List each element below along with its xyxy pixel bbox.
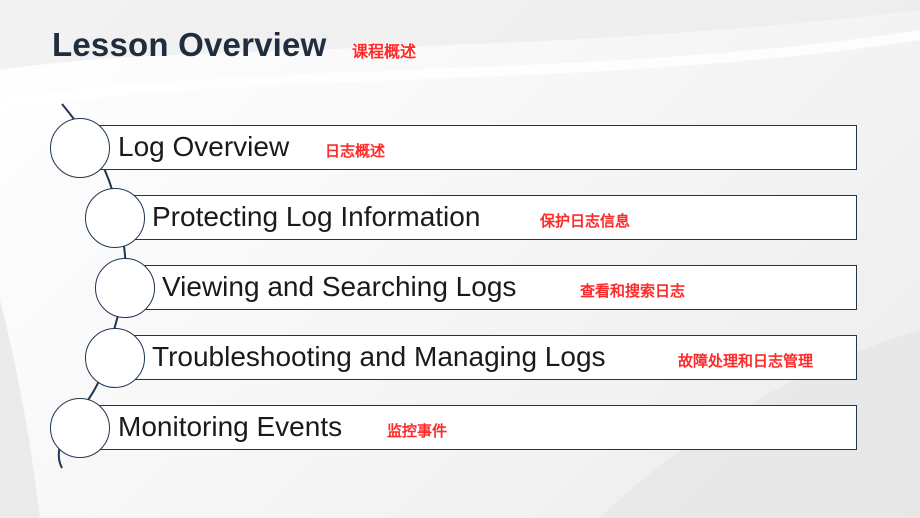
item-cn-troubleshooting: 故障处理和日志管理 [678,353,814,370]
item-circle-1 [50,118,110,178]
item-circle-3 [95,258,155,318]
item-cn-monitoring: 监控事件 [387,423,448,440]
item-label-troubleshooting: Troubleshooting and Managing Logs [152,341,606,372]
item-circle-4 [85,328,145,388]
item-label-monitoring: Monitoring Events [118,411,343,442]
item-cn-protecting: 保护日志信息 [540,213,631,230]
item-cn-viewing: 查看和搜索日志 [580,283,686,300]
item-label-log-overview: Log Overview [118,131,290,162]
item-label-viewing: Viewing and Searching Logs [162,271,517,302]
item-label-protecting: Protecting Log Information [152,201,481,232]
item-circle-5 [50,398,110,458]
item-cn-log-overview: 日志概述 [325,143,386,160]
item-circle-2 [85,188,145,248]
